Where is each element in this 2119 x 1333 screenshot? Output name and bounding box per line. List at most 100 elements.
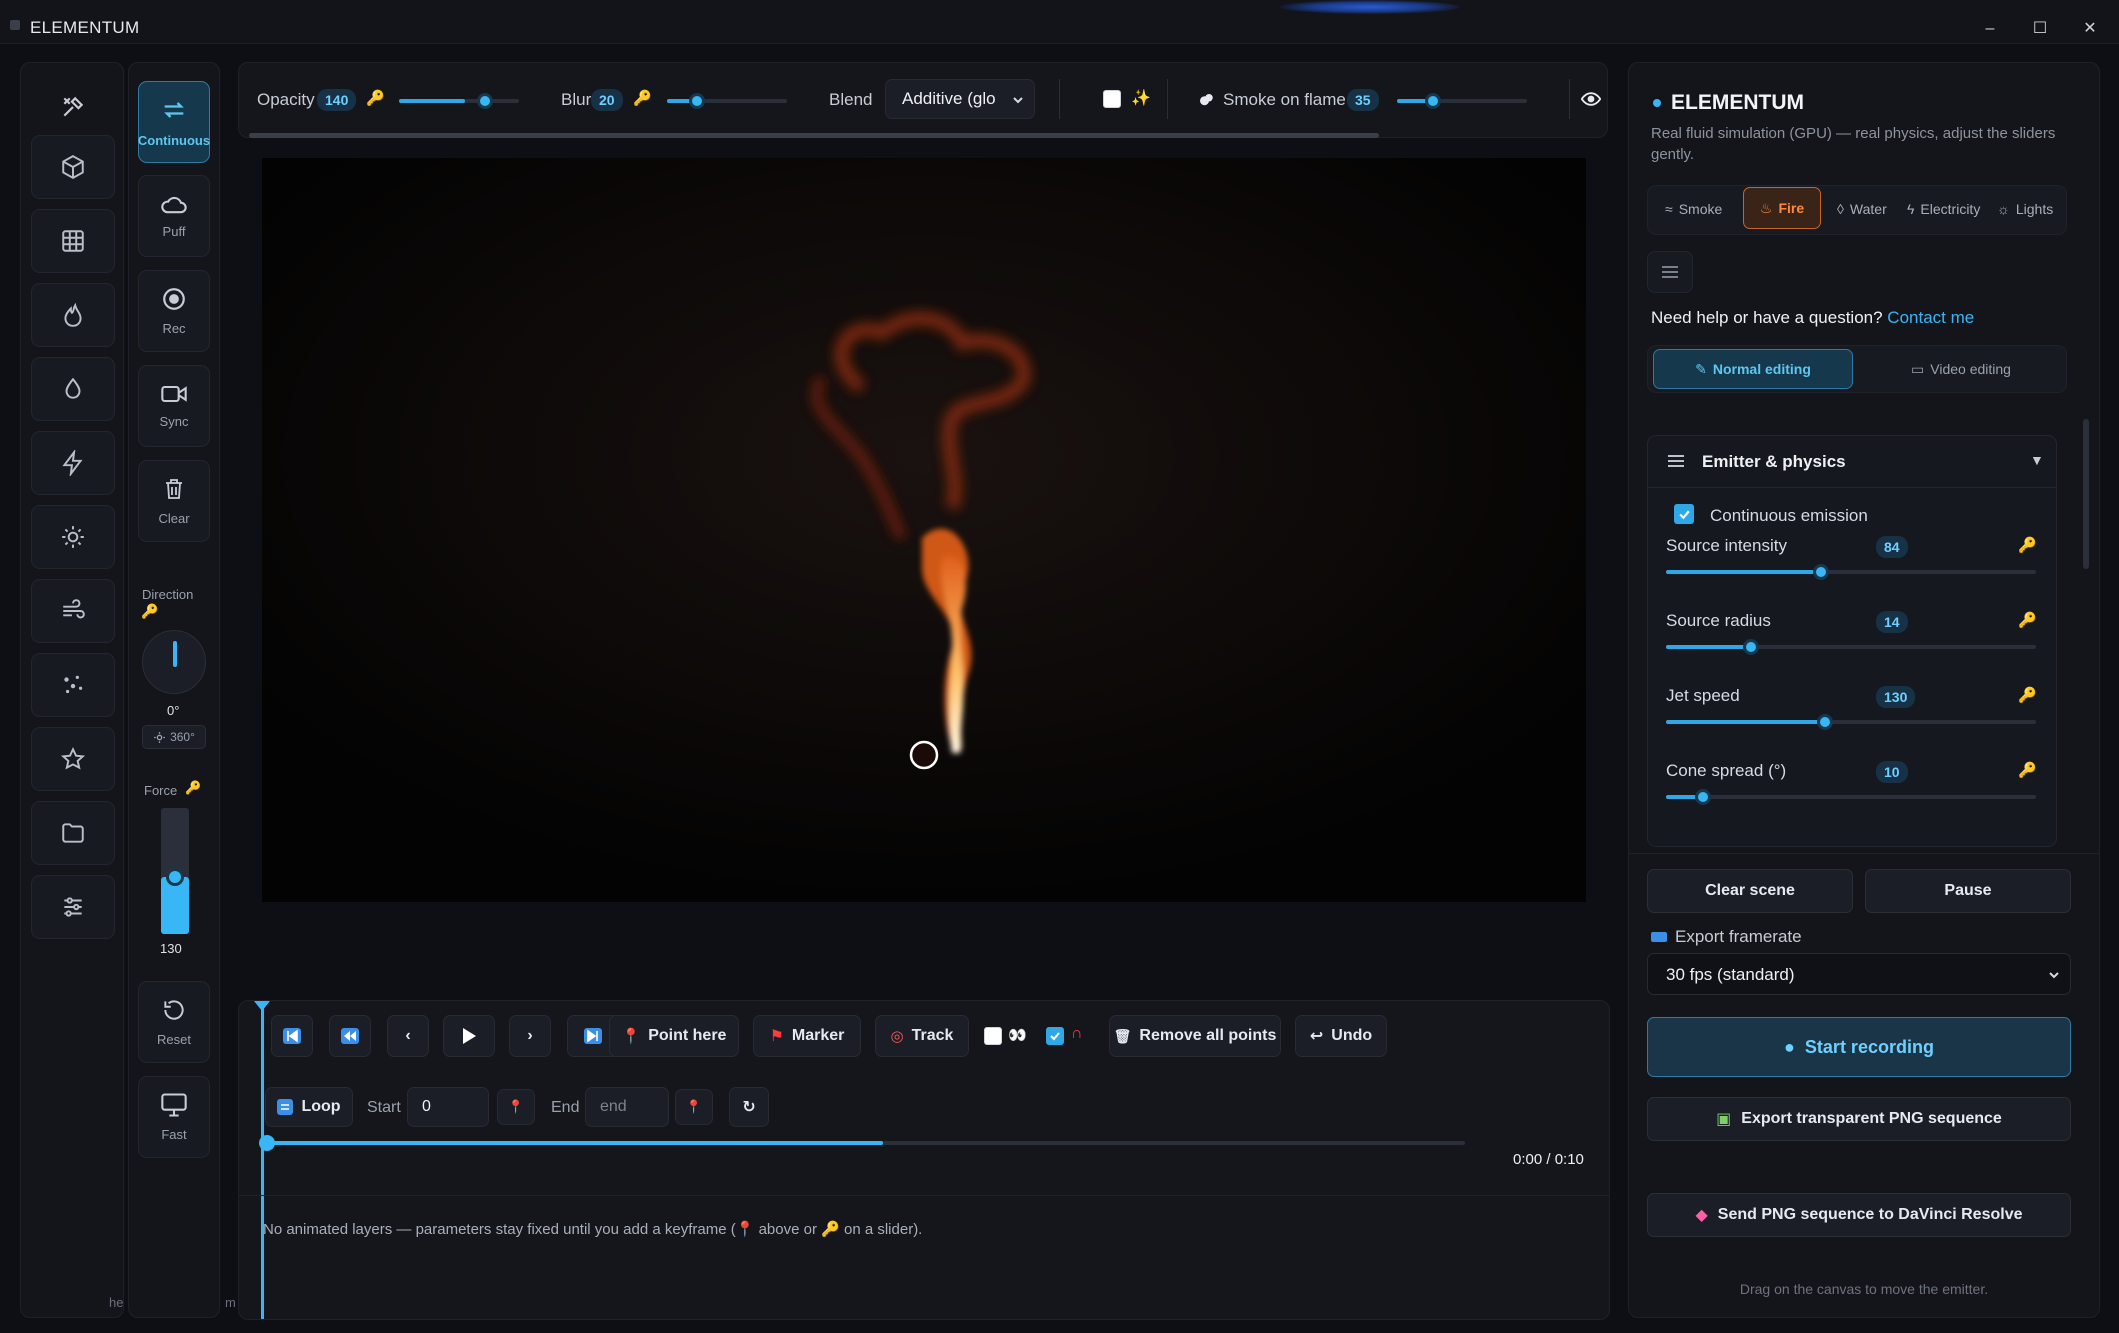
opacity-value: 140 (317, 89, 357, 111)
clear-scene-button[interactable]: Clear scene (1647, 869, 1853, 913)
pause-button[interactable]: Pause (1865, 869, 2071, 913)
folder-button[interactable] (31, 801, 115, 865)
sync-button[interactable]: Sync (138, 365, 210, 447)
framerate-select[interactable]: 30 fps (standard) (1647, 953, 2071, 995)
timeline-scrubber[interactable] (259, 1135, 1465, 1151)
simulation-canvas[interactable] (262, 158, 1586, 902)
grid-button[interactable] (31, 209, 115, 273)
tools-button[interactable] (31, 75, 115, 139)
blend-select[interactable]: Additive (glo (885, 79, 1035, 119)
water-button[interactable] (31, 357, 115, 421)
keyframe-key-icon[interactable]: 🔑 (2018, 686, 2037, 704)
cube-button[interactable] (31, 135, 115, 199)
continuous-emission-checkbox[interactable] (1674, 504, 1694, 524)
panel-scrollbar[interactable] (2083, 419, 2089, 569)
opacity-knob[interactable] (477, 93, 493, 109)
minimize-button[interactable]: – (1970, 14, 2010, 44)
maximize-button[interactable]: ☐ (2020, 14, 2060, 44)
favorites-button[interactable] (31, 727, 115, 791)
show-points-checkbox[interactable] (984, 1027, 1002, 1045)
slider-track[interactable] (1666, 720, 2036, 724)
slider-knob[interactable] (1743, 639, 1760, 655)
no-animated-layers-hint: No animated layers — parameters stay fix… (263, 1221, 923, 1238)
magnet-checkbox[interactable] (1046, 1027, 1064, 1045)
undo-button[interactable]: ↩ Undo (1295, 1015, 1387, 1057)
video-editing-button[interactable]: ▭ Video editing (1861, 349, 2061, 389)
fast-button[interactable]: Fast (138, 1076, 210, 1158)
remove-all-points-button[interactable]: 🗑 Remove all points (1109, 1015, 1281, 1057)
direction-360-button[interactable]: 360° (142, 725, 206, 749)
set-start-keyframe-button[interactable]: 📍 (497, 1089, 535, 1125)
set-end-keyframe-button[interactable]: 📍 (675, 1089, 713, 1125)
section-header[interactable]: Emitter & physics ▼ (1648, 436, 2056, 488)
tab-fire[interactable]: ♨ Fire (1743, 187, 1821, 229)
rec-label: Rec (162, 321, 186, 336)
play-button[interactable] (443, 1015, 495, 1057)
smoke-on-flame-knob[interactable] (1425, 93, 1441, 109)
slider-knob[interactable] (1817, 714, 1834, 730)
tab-lights[interactable]: ☼ Lights (1997, 188, 2053, 230)
close-button[interactable]: ✕ (2070, 14, 2110, 44)
step-back-button[interactable] (329, 1015, 371, 1057)
tab-water[interactable]: ◊ Water (1837, 188, 1887, 230)
start-recording-button[interactable]: ● Start recording (1647, 1017, 2071, 1077)
tool-column: Continuous Puff Rec Sync Clear Direction… (128, 62, 236, 1318)
playhead-marker[interactable] (254, 1001, 270, 1011)
blur-key-icon[interactable]: 🔑 (633, 89, 652, 107)
next-frame-button[interactable]: › (509, 1015, 551, 1057)
opacity-slider[interactable] (399, 99, 519, 103)
contact-link[interactable]: Contact me (1887, 308, 1974, 327)
keyframe-key-icon[interactable]: 🔑 (2018, 536, 2037, 554)
lights-button[interactable] (31, 505, 115, 569)
electricity-button[interactable] (31, 431, 115, 495)
slider-knob[interactable] (1813, 564, 1830, 580)
slider-track[interactable] (1666, 570, 2036, 574)
slider-label: Cone spread (°) (1666, 761, 1787, 780)
direction-key-icon[interactable]: 🔑 (141, 603, 158, 620)
puff-button[interactable]: Puff (138, 175, 210, 257)
settings-button[interactable] (31, 875, 115, 939)
camera-icon (161, 385, 187, 403)
keyframe-key-icon[interactable]: 🔑 (2018, 611, 2037, 629)
sparkle-checkbox[interactable] (1103, 90, 1121, 108)
slider-knob[interactable] (1695, 789, 1711, 805)
particles-button[interactable] (31, 653, 115, 717)
loop-button[interactable]: Loop (265, 1087, 353, 1127)
jump-start-button[interactable] (271, 1015, 313, 1057)
export-png-button[interactable]: ▣ Export transparent PNG sequence (1647, 1097, 2071, 1141)
pin-icon: 📍 (735, 1221, 755, 1238)
prev-frame-button[interactable]: ‹ (387, 1015, 429, 1057)
continuous-button[interactable]: Continuous (138, 81, 210, 163)
rec-button[interactable]: Rec (138, 270, 210, 352)
track-button[interactable]: ◎ Track (875, 1015, 969, 1057)
horizontal-scrollbar[interactable] (249, 133, 1379, 138)
end-input[interactable]: end (585, 1087, 669, 1127)
eye-icon[interactable] (1581, 91, 1601, 107)
slider-track[interactable] (1666, 645, 2036, 649)
point-here-button[interactable]: 📍 Point here (609, 1015, 739, 1057)
keyframe-key-icon[interactable]: 🔑 (2018, 761, 2037, 779)
reset-button[interactable]: Reset (138, 981, 210, 1063)
marker-button[interactable]: ⚑ Marker (753, 1015, 861, 1057)
clear-button[interactable]: Clear (138, 460, 210, 542)
timeline-knob[interactable] (259, 1135, 275, 1151)
playhead[interactable] (261, 1001, 264, 1319)
opacity-key-icon[interactable]: 🔑 (366, 89, 385, 107)
slider-track[interactable] (1666, 795, 2036, 799)
smoke-on-flame-slider[interactable] (1397, 99, 1527, 103)
direction-dial[interactable] (142, 630, 206, 694)
fire-button[interactable] (31, 283, 115, 347)
start-input[interactable]: 0 (407, 1087, 489, 1127)
send-davinci-button[interactable]: ◆ Send PNG sequence to DaVinci Resolve (1647, 1193, 2071, 1237)
wind-button[interactable] (31, 579, 115, 643)
star-icon (60, 746, 86, 770)
presets-button[interactable] (1647, 251, 1693, 293)
blur-slider[interactable] (667, 99, 787, 103)
blur-knob[interactable] (689, 93, 705, 109)
normal-editing-button[interactable]: ✎ Normal editing (1653, 349, 1853, 389)
tab-smoke[interactable]: ≈ Smoke (1665, 188, 1722, 230)
force-key-icon[interactable]: 🔑 (185, 780, 201, 796)
force-slider[interactable] (161, 808, 189, 934)
tab-electricity[interactable]: ϟ Electricity (1907, 188, 1989, 230)
reset-range-button[interactable]: ↻ (729, 1087, 769, 1127)
